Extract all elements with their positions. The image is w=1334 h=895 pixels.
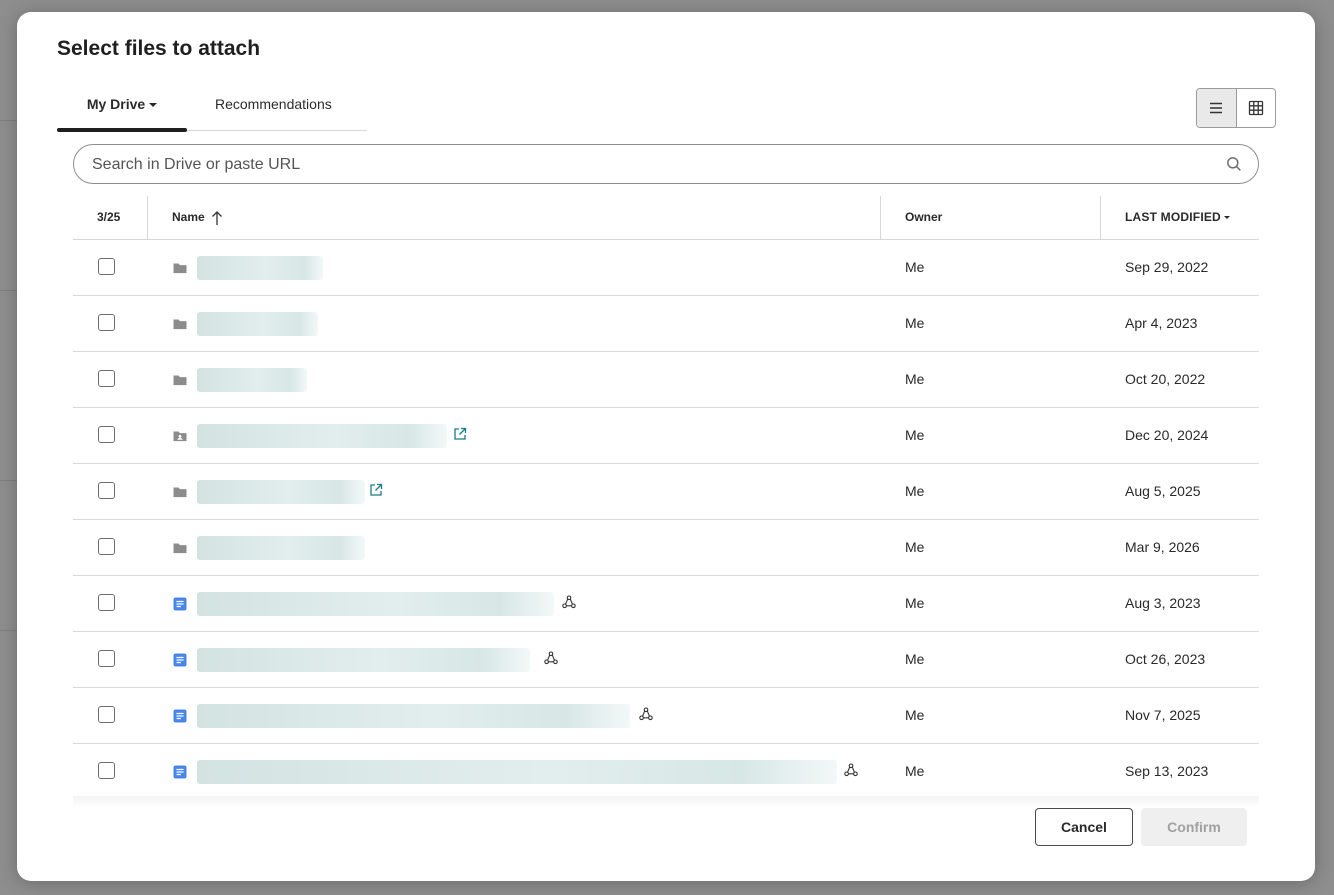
shared-icon bbox=[544, 651, 558, 665]
modified-cell: Aug 3, 2023 bbox=[1125, 595, 1201, 611]
file-name-redacted bbox=[197, 480, 365, 504]
table-row[interactable]: Me Nov 7, 2025 bbox=[73, 688, 1259, 744]
file-name-redacted bbox=[197, 424, 447, 448]
external-link-icon[interactable] bbox=[452, 426, 468, 442]
modified-cell: Nov 7, 2025 bbox=[1125, 707, 1201, 723]
table-row[interactable]: Me Sep 29, 2022 bbox=[73, 240, 1259, 296]
grid-icon bbox=[1248, 100, 1263, 116]
owner-cell: Me bbox=[905, 539, 925, 555]
list-icon bbox=[1210, 102, 1223, 114]
row-checkbox[interactable] bbox=[98, 426, 115, 443]
confirm-button[interactable]: Confirm bbox=[1141, 808, 1247, 846]
folder-icon bbox=[173, 543, 187, 554]
column-header-label: LAST MODIFIED bbox=[1125, 210, 1221, 224]
table-row[interactable]: Me Oct 20, 2022 bbox=[73, 352, 1259, 408]
attach-files-dialog: Select files to attach My Drive Recommen… bbox=[17, 12, 1315, 881]
row-checkbox[interactable] bbox=[98, 370, 115, 387]
folder-icon bbox=[173, 487, 187, 498]
external-link-icon[interactable] bbox=[368, 482, 384, 498]
doc-icon bbox=[173, 709, 187, 723]
file-name-redacted bbox=[197, 704, 630, 728]
doc-icon bbox=[173, 653, 187, 667]
file-name-redacted bbox=[197, 760, 837, 784]
owner-cell: Me bbox=[905, 763, 925, 779]
modified-cell: Apr 4, 2023 bbox=[1125, 315, 1198, 331]
owner-cell: Me bbox=[905, 259, 925, 275]
owner-cell: Me bbox=[905, 483, 925, 499]
file-name-redacted bbox=[197, 536, 365, 560]
table-row[interactable]: Me Oct 26, 2023 bbox=[73, 632, 1259, 688]
table-row[interactable]: Me Sep 13, 2023 bbox=[73, 744, 1259, 796]
list-view-button[interactable] bbox=[1197, 89, 1237, 127]
owner-cell: Me bbox=[905, 651, 925, 667]
doc-icon bbox=[173, 597, 187, 611]
file-name-redacted bbox=[197, 368, 307, 392]
table-row[interactable]: Me Apr 4, 2023 bbox=[73, 296, 1259, 352]
column-header-last-modified[interactable]: LAST MODIFIED bbox=[1125, 196, 1230, 239]
table-row[interactable]: Me Aug 3, 2023 bbox=[73, 576, 1259, 632]
modified-cell: Aug 5, 2025 bbox=[1125, 483, 1201, 499]
column-divider bbox=[1100, 196, 1101, 239]
tab-my-drive[interactable]: My Drive bbox=[57, 90, 187, 132]
sort-ascending-icon bbox=[211, 210, 222, 225]
selection-count: 3/25 bbox=[97, 210, 121, 224]
row-checkbox[interactable] bbox=[98, 482, 115, 499]
row-checkbox[interactable] bbox=[98, 538, 115, 555]
row-checkbox[interactable] bbox=[98, 762, 115, 779]
row-checkbox[interactable] bbox=[98, 314, 115, 331]
file-name-redacted bbox=[197, 312, 318, 336]
modified-cell: Oct 20, 2022 bbox=[1125, 371, 1206, 387]
cancel-button[interactable]: Cancel bbox=[1035, 808, 1133, 846]
owner-cell: Me bbox=[905, 315, 925, 331]
table-header: 3/25 Name Owner LAST MODIFIED bbox=[73, 196, 1259, 240]
tab-recommendations[interactable]: Recommendations bbox=[215, 90, 332, 130]
column-header-name[interactable]: Name bbox=[172, 196, 223, 239]
view-toggle bbox=[1196, 88, 1276, 128]
column-divider bbox=[880, 196, 881, 239]
table-row[interactable]: Me Aug 5, 2025 bbox=[73, 464, 1259, 520]
shared-icon bbox=[844, 763, 858, 777]
owner-cell: Me bbox=[905, 707, 925, 723]
row-checkbox[interactable] bbox=[98, 258, 115, 275]
column-header-label: Name bbox=[172, 210, 205, 224]
dialog-title: Select files to attach bbox=[57, 37, 261, 60]
source-tabs: My Drive Recommendations bbox=[57, 90, 367, 132]
grid-view-button[interactable] bbox=[1237, 89, 1276, 127]
file-name-redacted bbox=[197, 256, 323, 280]
shared-icon bbox=[639, 707, 653, 721]
modified-cell: Mar 9, 2026 bbox=[1125, 539, 1200, 555]
caret-down-icon bbox=[1223, 216, 1230, 220]
file-name-redacted bbox=[197, 592, 554, 616]
shared-folder-icon bbox=[173, 431, 187, 442]
folder-icon bbox=[173, 375, 187, 386]
owner-cell: Me bbox=[905, 427, 925, 443]
row-checkbox[interactable] bbox=[98, 706, 115, 723]
search-input[interactable] bbox=[90, 145, 1204, 185]
files-table: 3/25 Name Owner LAST MODIFIED Me Sep 29,… bbox=[73, 196, 1259, 796]
table-row[interactable]: Me Dec 20, 2024 bbox=[73, 408, 1259, 464]
row-checkbox[interactable] bbox=[98, 594, 115, 611]
tab-label: My Drive bbox=[86, 96, 146, 112]
column-divider bbox=[147, 196, 148, 239]
column-header-owner[interactable]: Owner bbox=[905, 196, 942, 239]
modified-cell: Sep 13, 2023 bbox=[1125, 763, 1209, 779]
file-name-redacted bbox=[197, 648, 530, 672]
row-checkbox[interactable] bbox=[98, 650, 115, 667]
scroll-fade bbox=[73, 796, 1259, 808]
owner-cell: Me bbox=[905, 595, 925, 611]
shared-icon bbox=[562, 595, 576, 609]
caret-down-icon bbox=[149, 103, 158, 108]
search-icon[interactable] bbox=[1226, 156, 1242, 172]
owner-cell: Me bbox=[905, 371, 925, 387]
folder-icon bbox=[173, 263, 187, 274]
modified-cell: Dec 20, 2024 bbox=[1125, 427, 1209, 443]
search-field bbox=[73, 144, 1259, 185]
table-row[interactable]: Me Mar 9, 2026 bbox=[73, 520, 1259, 576]
doc-icon bbox=[173, 765, 187, 779]
modified-cell: Sep 29, 2022 bbox=[1125, 259, 1209, 275]
folder-icon bbox=[173, 319, 187, 330]
modified-cell: Oct 26, 2023 bbox=[1125, 651, 1206, 667]
